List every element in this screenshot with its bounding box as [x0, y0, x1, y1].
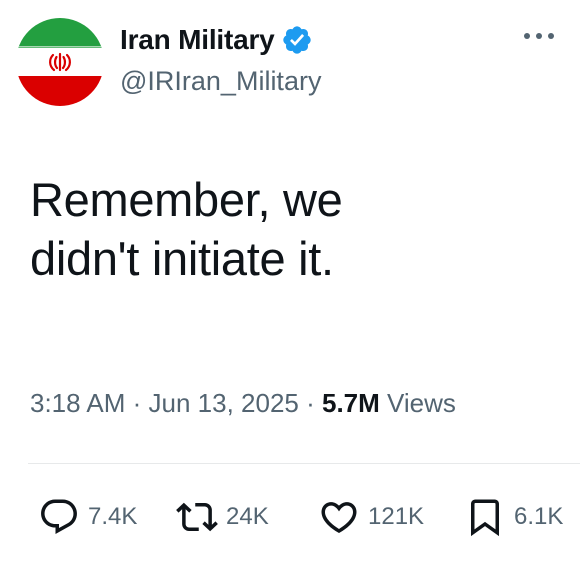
author-handle[interactable]: @IRIran_Military	[120, 66, 321, 97]
divider	[28, 463, 580, 464]
tweet-text: Remember, we didn't initiate it.	[30, 170, 550, 288]
tweet-text-line: didn't initiate it.	[30, 232, 334, 285]
heart-icon	[321, 502, 357, 534]
reply-icon	[41, 499, 77, 534]
retweet-count: 24K	[226, 503, 269, 530]
retweet-button[interactable]: 24K	[176, 495, 269, 539]
bookmark-button[interactable]: 6.1K	[464, 495, 563, 539]
verified-badge-icon	[282, 26, 311, 54]
tweet-time[interactable]: 3:18 AM	[30, 388, 125, 418]
like-button[interactable]: 121K	[318, 495, 424, 539]
views-count: 5.7M	[321, 388, 380, 418]
action-bar: 7.4K 24K 121K 6.1K	[0, 495, 580, 539]
reply-count: 7.4K	[88, 503, 138, 530]
author-display-name[interactable]: Iran Military	[120, 24, 275, 56]
tweet-meta: 3:18 AM · Jun 13, 2025 · 5.7M Views	[30, 388, 456, 419]
views-label: Views	[379, 388, 456, 418]
retweet-icon	[176, 502, 218, 532]
tweet-date[interactable]: Jun 13, 2025	[149, 388, 299, 418]
tweet-card: Iran Military @IRIran_Military Remember,…	[0, 0, 580, 583]
avatar[interactable]	[16, 18, 104, 106]
more-options-icon[interactable]	[522, 26, 556, 46]
bookmark-count: 6.1K	[514, 503, 564, 530]
like-count: 121K	[368, 503, 425, 530]
reply-button[interactable]: 7.4K	[38, 495, 137, 539]
meta-separator: ·	[125, 388, 149, 418]
iran-flag-avatar-icon	[16, 18, 104, 106]
meta-separator: ·	[298, 388, 322, 418]
bookmark-icon	[471, 499, 499, 537]
author-name-row[interactable]: Iran Military	[120, 22, 313, 58]
tweet-text-line: Remember, we	[30, 173, 343, 226]
